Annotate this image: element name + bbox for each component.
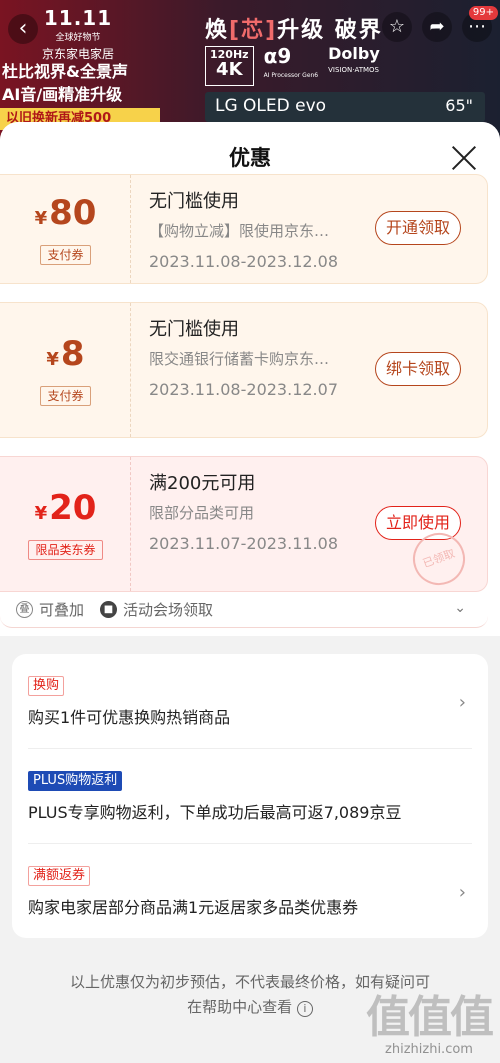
info-icon[interactable]: i: [296, 1001, 313, 1017]
promotion-item[interactable]: 满额返券 购家电家居部分商品满1元返居家多品类优惠券 ›: [28, 844, 472, 938]
promotion-tag: PLUS购物返利: [28, 771, 123, 791]
event-logo-big: 11.11: [43, 6, 113, 30]
badge-alpha: α9: [263, 44, 292, 68]
spec-badges: 120Hz 4K α9 AI Processor Gen6 Dolby VISI…: [205, 46, 380, 86]
coupon-amount: 8: [60, 334, 85, 374]
star-icon: ☆: [388, 16, 406, 37]
event-logo: 11.11 全球好物节 京东家电家居: [42, 6, 114, 62]
chevron-down-icon[interactable]: ⌄: [454, 600, 466, 616]
promotion-text: 购买1件可优惠换购热销商品: [28, 708, 231, 727]
stack-icon: 叠: [16, 601, 33, 618]
event-logo-small: 全球好物节: [55, 33, 101, 43]
stackable-label: 可叠加: [39, 601, 85, 619]
coupon-amount: 80: [49, 193, 97, 233]
coupon-title: 无门槛使用: [149, 319, 239, 340]
coupon-type-tag: 限品类东券: [28, 540, 103, 560]
dolby-sub: VISION·ATMOS: [328, 66, 379, 74]
offers-sheet: 优惠 ¥80 支付券 无门槛使用 【购物立减】限使用京东… 2023.11.08…: [0, 122, 500, 1063]
tv-model-label: LG OLED evo 65": [205, 92, 485, 122]
back-button[interactable]: ‹: [8, 14, 38, 44]
promotion-text: 购家电家居部分商品满1元返居家多品类优惠券: [28, 898, 359, 917]
favorite-button[interactable]: ☆: [382, 12, 412, 42]
chevron-right-icon: ›: [458, 882, 466, 903]
headline-pre: 焕: [205, 18, 230, 43]
top-icons: ☆ ➦ ⋯ 99+: [382, 6, 498, 42]
chevron-left-icon: ‹: [18, 16, 28, 41]
coupon-desc: 限交通银行储蓄卡购京东…: [149, 350, 330, 368]
watermark-logo: 值值值: [366, 992, 494, 1043]
coupon-card: ¥20 限品类东券 满200元可用 限部分品类可用 2023.11.07-202…: [0, 456, 488, 593]
coupon-action-button[interactable]: 绑卡领取: [374, 352, 461, 386]
promotion-item[interactable]: 换购 购买1件可优惠换购热销商品 ›: [28, 654, 472, 749]
processor-badge: α9 AI Processor Gen6: [264, 46, 319, 86]
coupon-type-tag: 支付券: [40, 245, 91, 265]
watermark: 值值值 zhizhizhi.com: [366, 992, 494, 1058]
coupon-amount: 20: [49, 488, 97, 528]
venue-label: 活动会场领取: [123, 601, 214, 619]
coupon-card: ¥8 支付券 无门槛使用 限交通银行储蓄卡购京东… 2023.11.08-202…: [0, 302, 488, 438]
coupon-type-tag: 支付券: [40, 386, 91, 406]
stackable-hint: 叠 可叠加: [16, 599, 84, 620]
currency-symbol: ¥: [34, 503, 48, 524]
dolby-badge: Dolby VISION·ATMOS: [328, 46, 380, 86]
coupon-hints: 叠 可叠加 ■ 活动会场领取 ⌄: [0, 592, 488, 628]
coupon-desc: 【购物立减】限使用京东…: [149, 222, 330, 240]
share-button[interactable]: ➦: [422, 12, 452, 42]
banner-headline: 焕[芯]升级 破界: [205, 12, 383, 44]
banner-line-1: 杜比视界&全景声: [2, 62, 128, 81]
promotion-item: PLUS购物返利 PLUS专享购物返利，下单成功后最高可返7,089京豆: [28, 749, 472, 844]
coupon-title: 满200元可用: [149, 473, 256, 494]
dolby-text: Dolby: [328, 44, 380, 63]
coupon-desc: 限部分品类可用: [149, 504, 255, 522]
coupon-date: 2023.11.08-2023.12.08: [149, 252, 338, 271]
watermark-url: zhizhizhi.com: [385, 1042, 473, 1057]
more-button[interactable]: ⋯ 99+: [462, 6, 498, 42]
promotion-text: PLUS专享购物返利，下单成功后最高可返7,089京豆: [28, 803, 402, 822]
badge-alpha-sub: AI Processor Gen6: [263, 72, 319, 79]
headline-core: [芯]: [229, 18, 278, 43]
coupon-action-button[interactable]: 开通领取: [374, 211, 461, 245]
disclaimer-line-2: 在帮助中心查看: [187, 998, 293, 1016]
currency-symbol: ¥: [46, 349, 59, 370]
close-button[interactable]: [450, 144, 478, 172]
tv-model: LG OLED evo: [215, 96, 327, 116]
chevron-right-icon: ›: [458, 692, 466, 713]
promotion-tag: 换购: [28, 676, 65, 696]
banner-left-text: 杜比视界&全景声 AI音/画精准升级: [0, 60, 170, 106]
coupon-value: ¥20 限品类东券: [0, 457, 131, 591]
promotion-tag: 满额返券: [28, 866, 91, 886]
venue-hint: ■ 活动会场领取: [100, 599, 213, 620]
venue-icon: ■: [100, 601, 118, 618]
banner-line-2: AI音/画精准升级: [2, 85, 123, 104]
coupon-value: ¥8 支付券: [0, 303, 131, 437]
badge-4k: 4K: [216, 59, 243, 80]
coupon-card: ¥80 支付券 无门槛使用 【购物立减】限使用京东… 2023.11.08-20…: [0, 174, 488, 284]
currency-symbol: ¥: [34, 208, 48, 229]
message-count-badge: 99+: [468, 6, 498, 20]
refresh-badge: 120Hz 4K: [205, 46, 254, 86]
headline-post: 升级 破界: [277, 18, 383, 43]
promotions-card: 换购 购买1件可优惠换购热销商品 › PLUS购物返利 PLUS专享购物返利，下…: [12, 654, 488, 938]
coupon-list: ¥80 支付券 无门槛使用 【购物立减】限使用京东… 2023.11.08-20…: [0, 174, 500, 636]
coupon-value: ¥80 支付券: [0, 175, 131, 283]
tv-size: 65": [445, 96, 473, 115]
share-icon: ➦: [429, 16, 445, 37]
